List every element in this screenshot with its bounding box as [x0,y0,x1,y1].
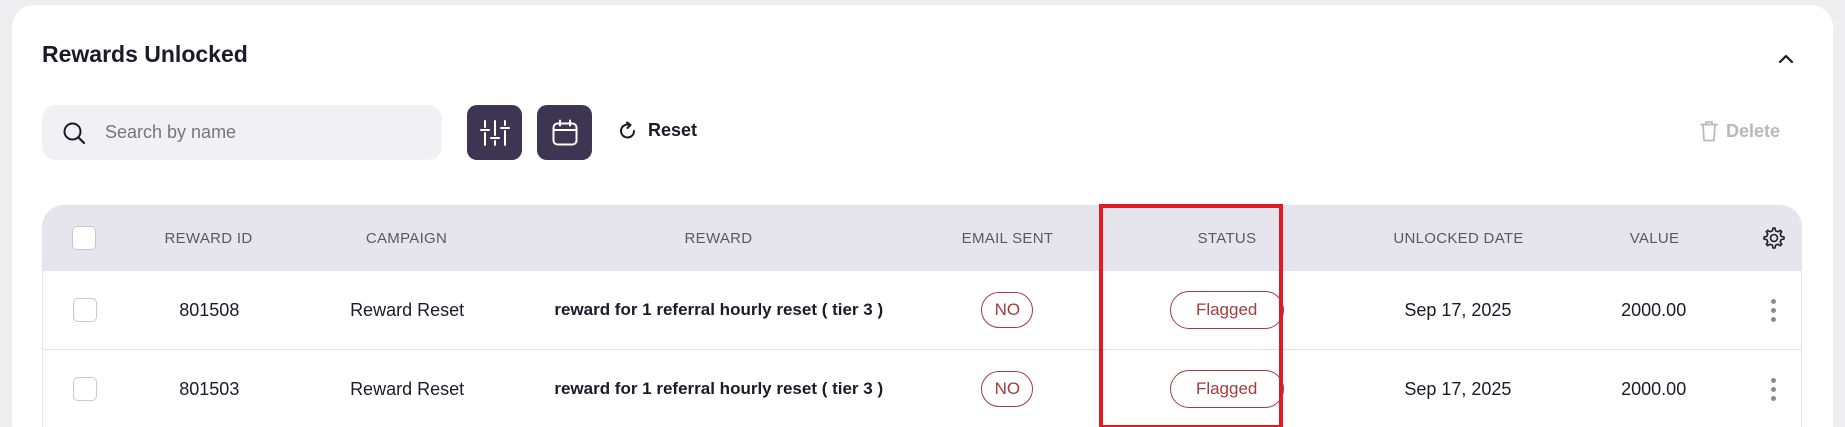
header-campaign[interactable]: CAMPAIGN [291,205,522,271]
rewards-table: REWARD ID CAMPAIGN REWARD EMAIL SENT STA… [42,205,1802,427]
header-status[interactable]: STATUS [1100,205,1354,271]
row-checkbox[interactable] [72,377,97,401]
cell-reward: reward for 1 referral hourly reset ( tie… [554,300,884,319]
delete-button[interactable]: Delete [1700,120,1780,142]
cell-reward: reward for 1 referral hourly reset ( tie… [554,379,884,398]
table-row[interactable]: 801503 Reward Reset reward for 1 referra… [42,350,1802,427]
cell-value: 2000.00 [1621,299,1687,320]
cell-unlocked-date: Sep 17, 2025 [1404,299,1512,320]
header-reward[interactable]: REWARD [522,205,915,271]
reset-button[interactable]: Reset [618,120,697,141]
status-badge: Flagged [1169,370,1284,408]
trash-icon [1700,121,1718,142]
row-checkbox[interactable] [72,298,97,322]
column-settings-button[interactable] [1746,205,1802,271]
delete-label: Delete [1725,120,1780,141]
date-filter-button[interactable] [537,105,592,160]
status-badge: Flagged [1169,291,1284,329]
card-title: Rewards Unlocked [42,41,248,67]
table-header: REWARD ID CAMPAIGN REWARD EMAIL SENT STA… [42,205,1802,271]
sliders-icon [479,119,510,146]
filter-button[interactable] [467,105,522,160]
select-all-checkbox[interactable] [72,226,96,250]
gear-icon [1763,227,1785,249]
header-value[interactable]: VALUE [1563,205,1746,271]
more-vertical-icon[interactable] [1770,377,1776,401]
header-unlocked-date[interactable]: UNLOCKED DATE [1354,205,1563,271]
table-row[interactable]: 801508 Reward Reset reward for 1 referra… [42,271,1802,350]
chevron-up-icon [1778,54,1794,64]
header-reward-id[interactable]: REWARD ID [126,205,291,271]
reset-label: Reset [648,120,698,140]
collapse-button[interactable] [1774,47,1798,71]
cell-campaign: Reward Reset [350,378,465,399]
cell-unlocked-date: Sep 17, 2025 [1404,378,1512,399]
cell-value: 2000.00 [1621,378,1687,399]
search-icon [59,118,89,148]
refresh-icon [620,121,635,138]
search-box[interactable] [42,105,442,160]
email-sent-badge: NO [981,292,1034,328]
cell-reward-id: 801503 [179,378,240,399]
email-sent-badge: NO [981,371,1034,407]
more-vertical-icon[interactable] [1770,298,1776,322]
cell-campaign: Reward Reset [350,299,465,320]
cell-reward-id: 801508 [179,299,240,320]
calendar-icon [552,119,577,145]
search-input[interactable] [105,122,405,143]
header-email-sent[interactable]: EMAIL SENT [915,205,1100,271]
